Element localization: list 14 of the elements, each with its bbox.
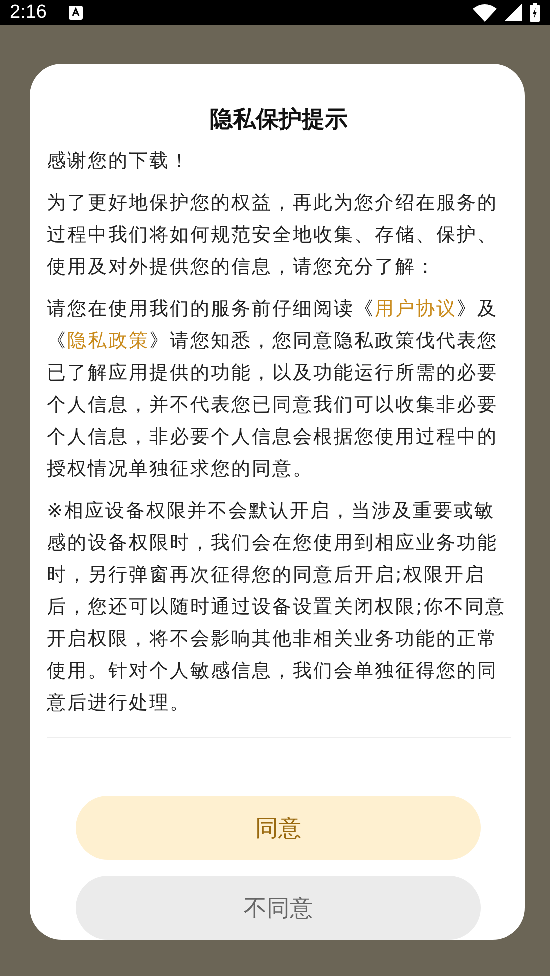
agreement-link[interactable]: 隐私政策 <box>68 330 150 352</box>
dialog-title: 隐私保护提示 <box>209 106 349 135</box>
status-time: 2:16 <box>10 2 47 24</box>
dialog-paragraph: ※相应设备权限并不会默认开启，当涉及重要或敏感的设备权限时，我们会在您使用到相应业务功能时，另行弹窗再次征得您的同意后开启;权限开启后，您还可以随时通过设备设置关闭权限;你不同意开启权限，将不会影响其他非相关业务功能的正常使用。针对个人敏感信息，我们会单独征得您的同意后进行处理。 <box>47 499 507 716</box>
dialog-paragraph: 请您在使用我们的服务前仔细阅读《用户协议》及《隐私政策》请您知悉，您同意隐私政策伐代表您已了解应用提供的功能，以及功能运行所需的必要个人信息，并不代表您已同意我们可以收集非必要个人信息，非必要个人信息会根据您使用过程中的授权情况单独征求您的同意。 <box>47 297 499 482</box>
battery-icon <box>530 3 540 22</box>
signal-icon <box>505 4 522 21</box>
dialog-paragraph: 为了更好地保护您的权益，再此为您介绍在服务的过程中我们将如何规范安全地收集、存储、保护、使用及对外提供您的信息，请您充分了解： <box>47 191 499 280</box>
agree-button[interactable]: 同意 <box>76 796 481 860</box>
disagree-button[interactable]: 不同意 <box>76 876 481 940</box>
dialog-paragraph: 感谢您的下载！ <box>47 149 192 174</box>
wifi-icon <box>473 4 497 22</box>
keyboard-notification-icon <box>68 6 83 20</box>
agreement-link[interactable]: 用户协议 <box>375 298 457 320</box>
